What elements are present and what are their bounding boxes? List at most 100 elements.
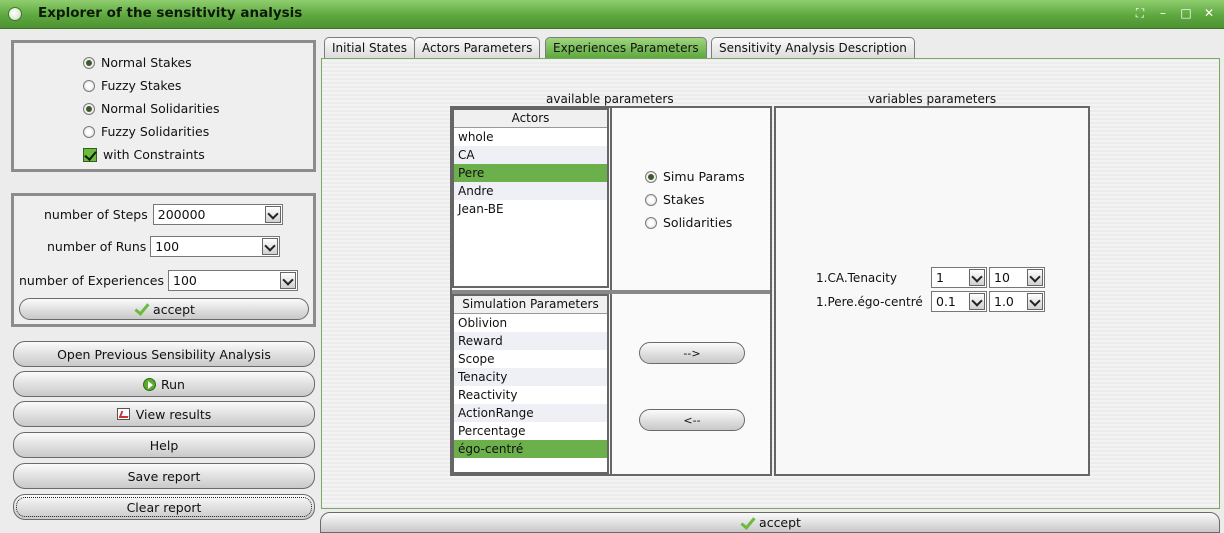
- chevron-down-icon[interactable]: [280, 272, 297, 289]
- add-arrow-label: -->: [683, 346, 701, 360]
- radio-button-icon: [83, 56, 95, 69]
- sim-param-item[interactable]: égo-centré: [454, 440, 607, 458]
- tab-sensitivity-analysis-description[interactable]: Sensitivity Analysis Description: [711, 37, 915, 58]
- sim-param-item[interactable]: Tenacity: [454, 368, 607, 386]
- radio-label: Solidarities: [663, 215, 733, 230]
- actor-item[interactable]: CA: [454, 146, 607, 164]
- chevron-down-icon[interactable]: [969, 269, 985, 286]
- radio-label: Normal Stakes: [101, 55, 192, 70]
- open-previous-analysis-button[interactable]: Open Previous Sensibility Analysis: [13, 341, 315, 367]
- simulation-parameters-list[interactable]: Simulation Parameters Oblivion Reward Sc…: [452, 294, 609, 474]
- view-results-label: View results: [135, 406, 212, 422]
- radio-normal-solidarities[interactable]: Normal Solidarities: [83, 97, 220, 120]
- radio-solidarities[interactable]: Solidarities: [645, 211, 745, 234]
- tab-label: Initial States: [332, 41, 408, 55]
- actor-item[interactable]: Andre: [454, 182, 607, 200]
- sim-param-item[interactable]: Scope: [454, 350, 607, 368]
- help-button[interactable]: Help: [13, 432, 315, 458]
- remove-parameter-button[interactable]: <--: [639, 409, 745, 431]
- tab-label: Actors Parameters: [422, 41, 533, 55]
- experiences-label: number of Experiences: [19, 273, 165, 288]
- accept-label: accept: [153, 301, 195, 317]
- variables-parameters-title: variables parameters: [868, 92, 997, 106]
- clear-report-button[interactable]: Clear report: [13, 494, 315, 520]
- variable-min-value: 1: [936, 270, 944, 285]
- main-accept-button[interactable]: accept: [320, 512, 1220, 533]
- chevron-down-icon[interactable]: [264, 206, 281, 223]
- sim-param-item[interactable]: Reward: [454, 332, 607, 350]
- remove-arrow-label: <--: [683, 413, 701, 427]
- actor-item[interactable]: Jean-BE: [454, 200, 607, 218]
- add-parameter-button[interactable]: -->: [639, 342, 745, 364]
- variable-max-combo[interactable]: 1.0: [989, 291, 1045, 312]
- title-bar: Explorer of the sensitivity analysis ⛶ –…: [0, 0, 1224, 29]
- steps-label: number of Steps: [44, 207, 148, 222]
- chevron-down-icon[interactable]: [1027, 293, 1043, 310]
- tab-label: Sensitivity Analysis Description: [719, 41, 907, 55]
- save-report-label: Save report: [127, 468, 201, 484]
- variable-max-combo[interactable]: 10: [989, 267, 1045, 288]
- radio-label: Simu Params: [663, 169, 745, 184]
- variable-min-combo[interactable]: 1: [931, 267, 987, 288]
- actor-item[interactable]: Pere: [454, 164, 607, 182]
- settings-accept-button[interactable]: accept: [19, 298, 309, 320]
- radio-button-icon: [83, 79, 95, 92]
- radio-button-icon: [83, 102, 95, 115]
- tab-experiences-parameters[interactable]: Experiences Parameters: [545, 37, 707, 58]
- options-panel: Normal Stakes Fuzzy Stakes Normal Solida…: [11, 40, 316, 172]
- variable-label: 1.CA.Tenacity: [816, 270, 898, 285]
- checkbox-checked-icon: [83, 147, 97, 162]
- chart-icon: [116, 408, 130, 420]
- radio-simu-params[interactable]: Simu Params: [645, 165, 745, 188]
- window-title: Explorer of the sensitivity analysis: [38, 5, 303, 21]
- checkmark-icon: [739, 517, 755, 529]
- variable-min-combo[interactable]: 0.1: [931, 291, 987, 312]
- close-icon[interactable]: ✕: [1202, 6, 1216, 21]
- radio-fuzzy-stakes[interactable]: Fuzzy Stakes: [83, 74, 220, 97]
- actor-item[interactable]: whole: [454, 128, 607, 146]
- radio-button-icon: [645, 216, 657, 229]
- radio-stakes[interactable]: Stakes: [645, 188, 745, 211]
- constraints-checkbox[interactable]: with Constraints: [83, 143, 220, 166]
- fullscreen-icon[interactable]: ⛶: [1133, 6, 1147, 21]
- experiences-combo[interactable]: 100: [168, 270, 299, 291]
- sim-param-item[interactable]: Reactivity: [454, 386, 607, 404]
- run-icon: [143, 377, 157, 391]
- actors-list-header: Actors: [454, 110, 607, 128]
- radio-fuzzy-solidarities[interactable]: Fuzzy Solidarities: [83, 120, 220, 143]
- steps-value: 200000: [157, 207, 206, 222]
- sim-param-item[interactable]: Oblivion: [454, 314, 607, 332]
- radio-label: Fuzzy Stakes: [101, 78, 182, 93]
- radio-label: Stakes: [663, 192, 705, 207]
- save-report-button[interactable]: Save report: [13, 463, 315, 489]
- variable-max-value: 10: [994, 270, 1010, 285]
- radio-normal-stakes[interactable]: Normal Stakes: [83, 51, 220, 74]
- window-controls: ⛶ – □ ✕: [1133, 6, 1216, 21]
- view-results-button[interactable]: View results: [13, 401, 315, 427]
- radio-button-icon: [83, 125, 95, 138]
- tab-actors-parameters[interactable]: Actors Parameters: [414, 37, 541, 58]
- chevron-down-icon[interactable]: [969, 293, 985, 310]
- chevron-down-icon[interactable]: [262, 238, 279, 255]
- runs-value: 100: [155, 239, 180, 254]
- run-button[interactable]: Run: [13, 371, 315, 397]
- maximize-icon[interactable]: □: [1179, 6, 1193, 21]
- sim-param-item[interactable]: ActionRange: [454, 404, 607, 422]
- radio-label: Fuzzy Solidarities: [101, 124, 210, 139]
- experiences-parameters-panel: available parameters variables parameter…: [321, 58, 1220, 509]
- actors-list[interactable]: Actors whole CA Pere Andre Jean-BE: [452, 108, 609, 288]
- available-parameters-title: available parameters: [546, 92, 674, 106]
- sim-param-item[interactable]: Percentage: [454, 422, 607, 440]
- app-icon: [8, 7, 22, 21]
- steps-combo[interactable]: 200000: [152, 204, 283, 225]
- chevron-down-icon[interactable]: [1027, 269, 1043, 286]
- tab-label: Experiences Parameters: [553, 41, 699, 55]
- radio-button-icon: [645, 170, 657, 183]
- settings-panel: number of Steps 200000 number of Runs 10…: [11, 193, 316, 327]
- variable-max-value: 1.0: [994, 294, 1014, 309]
- runs-combo[interactable]: 100: [150, 236, 281, 257]
- tab-initial-states[interactable]: Initial States: [324, 37, 416, 58]
- experiences-value: 100: [173, 273, 197, 288]
- variable-min-value: 0.1: [936, 294, 956, 309]
- minimize-icon[interactable]: –: [1156, 6, 1170, 21]
